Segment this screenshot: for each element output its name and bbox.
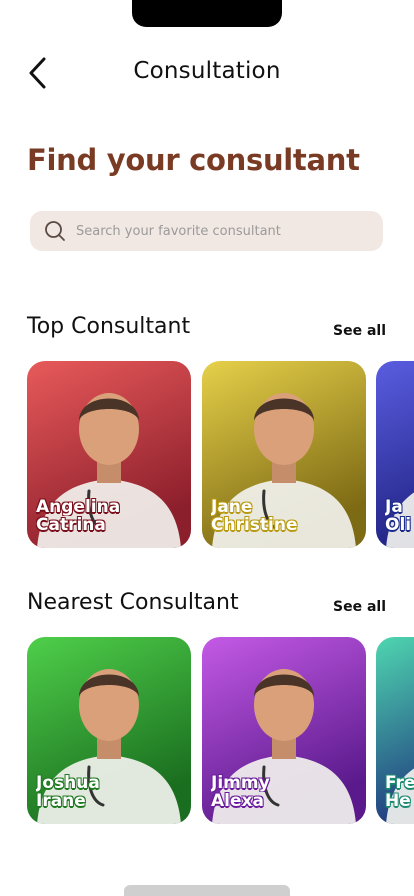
consultant-card[interactable]: Angelina Catrina xyxy=(27,361,191,548)
home-indicator xyxy=(124,885,290,896)
consultant-first-name: Fre xyxy=(385,774,414,792)
app-header: Consultation xyxy=(0,52,414,92)
consultant-name: Ja Oli xyxy=(385,498,414,534)
consultant-card[interactable]: Jane Christine xyxy=(202,361,366,548)
consultant-first-name: Joshua xyxy=(36,774,100,792)
see-all-nearest-button[interactable]: See all xyxy=(333,599,386,615)
search-icon xyxy=(45,221,65,241)
consultant-card[interactable]: Jimmy Alexa xyxy=(202,637,366,824)
consultant-name: Fre He xyxy=(385,774,414,810)
consultant-last-name: Catrina xyxy=(36,516,106,534)
consultant-last-name: Christine xyxy=(211,516,298,534)
search-bar[interactable] xyxy=(30,211,383,251)
consultant-name: Jane Christine xyxy=(211,498,361,534)
consultant-last-name: Irane xyxy=(36,792,86,810)
consultant-name: Jimmy Alexa xyxy=(211,774,361,810)
consultant-last-name: He xyxy=(385,792,411,810)
section-title-nearest: Nearest Consultant xyxy=(27,590,239,615)
nearest-consultant-row[interactable]: Joshua Irane Jimmy Alexa Fre He xyxy=(27,637,414,825)
search-input[interactable] xyxy=(76,223,366,239)
consultant-last-name: Alexa xyxy=(211,792,264,810)
see-all-top-button[interactable]: See all xyxy=(333,323,386,339)
consultant-first-name: Jimmy xyxy=(211,774,270,792)
page-title: Find your consultant xyxy=(27,143,360,177)
consultant-first-name: Angelina xyxy=(36,498,121,516)
consultant-first-name: Ja xyxy=(385,498,403,516)
header-title: Consultation xyxy=(133,58,281,84)
device-notch xyxy=(132,0,282,27)
consultant-name: Angelina Catrina xyxy=(36,498,186,534)
consultant-first-name: Jane xyxy=(211,498,253,516)
top-consultant-row[interactable]: Angelina Catrina Jane Christine Ja Oli xyxy=(27,361,414,549)
consultant-card[interactable]: Fre He xyxy=(376,637,414,824)
section-title-top: Top Consultant xyxy=(27,314,191,339)
consultant-card[interactable]: Joshua Irane xyxy=(27,637,191,824)
consultant-card[interactable]: Ja Oli xyxy=(376,361,414,548)
consultant-name: Joshua Irane xyxy=(36,774,186,810)
consultant-last-name: Oli xyxy=(385,516,412,534)
